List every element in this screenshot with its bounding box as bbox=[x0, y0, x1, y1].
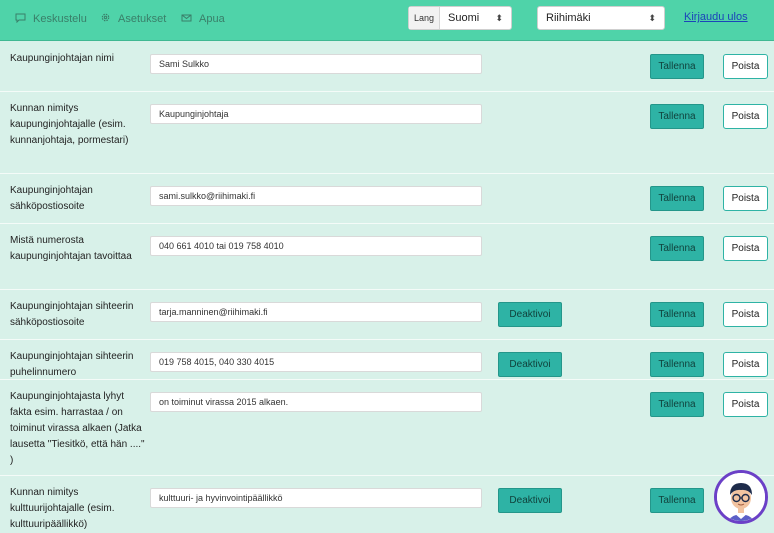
delete-button[interactable]: Poista bbox=[723, 104, 768, 129]
top-navigation-bar: Keskustelu Asetukset Apua Lang Suomi ⬍ R… bbox=[0, 0, 774, 41]
setting-row: Kaupunginjohtajan sähköpostiosoite sami.… bbox=[0, 173, 774, 224]
chat-assistant-avatar[interactable] bbox=[714, 470, 768, 524]
chat-icon bbox=[14, 13, 27, 26]
setting-input[interactable]: 040 661 4010 tai 019 758 4010 bbox=[150, 236, 482, 256]
nav-item-label: Asetukset bbox=[118, 13, 167, 25]
delete-button[interactable]: Poista bbox=[723, 236, 768, 261]
setting-input[interactable]: Kaupunginjohtaja bbox=[150, 104, 482, 124]
nav-item-label: Apua bbox=[199, 13, 225, 25]
logout-link[interactable]: Kirjaudu ulos bbox=[684, 11, 748, 23]
save-button[interactable]: Tallenna bbox=[650, 186, 704, 211]
city-select[interactable]: Riihimäki ⬍ bbox=[537, 6, 665, 30]
save-button[interactable]: Tallenna bbox=[650, 302, 704, 327]
nav-item-keskustelu[interactable]: Keskustelu bbox=[14, 10, 87, 28]
deactivate-button[interactable]: Deaktivoi bbox=[498, 302, 562, 327]
city-value: Riihimäki bbox=[546, 12, 591, 24]
setting-row: Kaupunginjohtajan sihteerin sähköpostios… bbox=[0, 289, 774, 340]
setting-label: Kaupunginjohtajan sähköpostiosoite bbox=[10, 185, 93, 212]
deactivate-button[interactable]: Deaktivoi bbox=[498, 488, 562, 513]
setting-row: Kaupunginjohtajasta lyhyt fakta esim. ha… bbox=[0, 379, 774, 476]
delete-button[interactable]: Poista bbox=[723, 186, 768, 211]
settings-form: Kaupunginjohtajan nimi Sami Sulkko Talle… bbox=[0, 41, 774, 530]
setting-row: Kaupunginjohtajan nimi Sami Sulkko Talle… bbox=[0, 41, 774, 92]
language-value: Suomi bbox=[448, 12, 480, 24]
save-button[interactable]: Tallenna bbox=[650, 104, 704, 129]
gear-icon bbox=[99, 12, 112, 26]
setting-label: Kunnan nimitys kaupunginjohtajalle (esim… bbox=[10, 103, 129, 146]
setting-input[interactable]: on toiminut virassa 2015 alkaen. bbox=[150, 392, 482, 412]
help-icon bbox=[180, 13, 193, 26]
save-button[interactable]: Tallenna bbox=[650, 54, 704, 79]
setting-label: Kaupunginjohtajan sihteerin puhelinnumer… bbox=[10, 351, 134, 378]
delete-button[interactable]: Poista bbox=[723, 302, 768, 327]
select-arrows-icon: ⬍ bbox=[648, 12, 656, 23]
setting-input[interactable]: sami.sulkko@riihimaki.fi bbox=[150, 186, 482, 206]
deactivate-button[interactable]: Deaktivoi bbox=[498, 352, 562, 377]
setting-label: Kaupunginjohtajan sihteerin sähköpostios… bbox=[10, 301, 134, 328]
language-label: Lang bbox=[409, 7, 440, 29]
setting-label: Kunnan nimitys kulttuurijohtajalle (esim… bbox=[10, 487, 115, 530]
language-select[interactable]: Lang Suomi ⬍ bbox=[408, 6, 512, 30]
nav-item-apua[interactable]: Apua bbox=[180, 10, 225, 28]
setting-input[interactable]: kulttuuri- ja hyvinvointipäällikkö bbox=[150, 488, 482, 508]
setting-input[interactable]: 019 758 4015, 040 330 4015 bbox=[150, 352, 482, 372]
save-button[interactable]: Tallenna bbox=[650, 352, 704, 377]
setting-row: Kaupunginjohtajan sihteerin puhelinnumer… bbox=[0, 339, 774, 380]
delete-button[interactable]: Poista bbox=[723, 392, 768, 417]
nav-item-asetukset[interactable]: Asetukset bbox=[99, 10, 166, 28]
save-button[interactable]: Tallenna bbox=[650, 236, 704, 261]
setting-input[interactable]: tarja.manninen@riihimaki.fi bbox=[150, 302, 482, 322]
setting-row: Kunnan nimitys kulttuurijohtajalle (esim… bbox=[0, 475, 774, 530]
save-button[interactable]: Tallenna bbox=[650, 392, 704, 417]
setting-row: Kunnan nimitys kaupunginjohtajalle (esim… bbox=[0, 91, 774, 174]
select-arrows-icon: ⬍ bbox=[495, 12, 503, 23]
setting-input[interactable]: Sami Sulkko bbox=[150, 54, 482, 74]
nav-item-label: Keskustelu bbox=[33, 13, 87, 25]
delete-button[interactable]: Poista bbox=[723, 352, 768, 377]
setting-label: Kaupunginjohtajasta lyhyt fakta esim. ha… bbox=[10, 391, 145, 466]
assistant-face-icon bbox=[717, 473, 765, 521]
setting-label: Mistä numerosta kaupunginjohtajan tavoit… bbox=[10, 235, 132, 262]
delete-button[interactable]: Poista bbox=[723, 54, 768, 79]
save-button[interactable]: Tallenna bbox=[650, 488, 704, 513]
setting-label: Kaupunginjohtajan nimi bbox=[10, 53, 114, 64]
setting-row: Mistä numerosta kaupunginjohtajan tavoit… bbox=[0, 223, 774, 290]
